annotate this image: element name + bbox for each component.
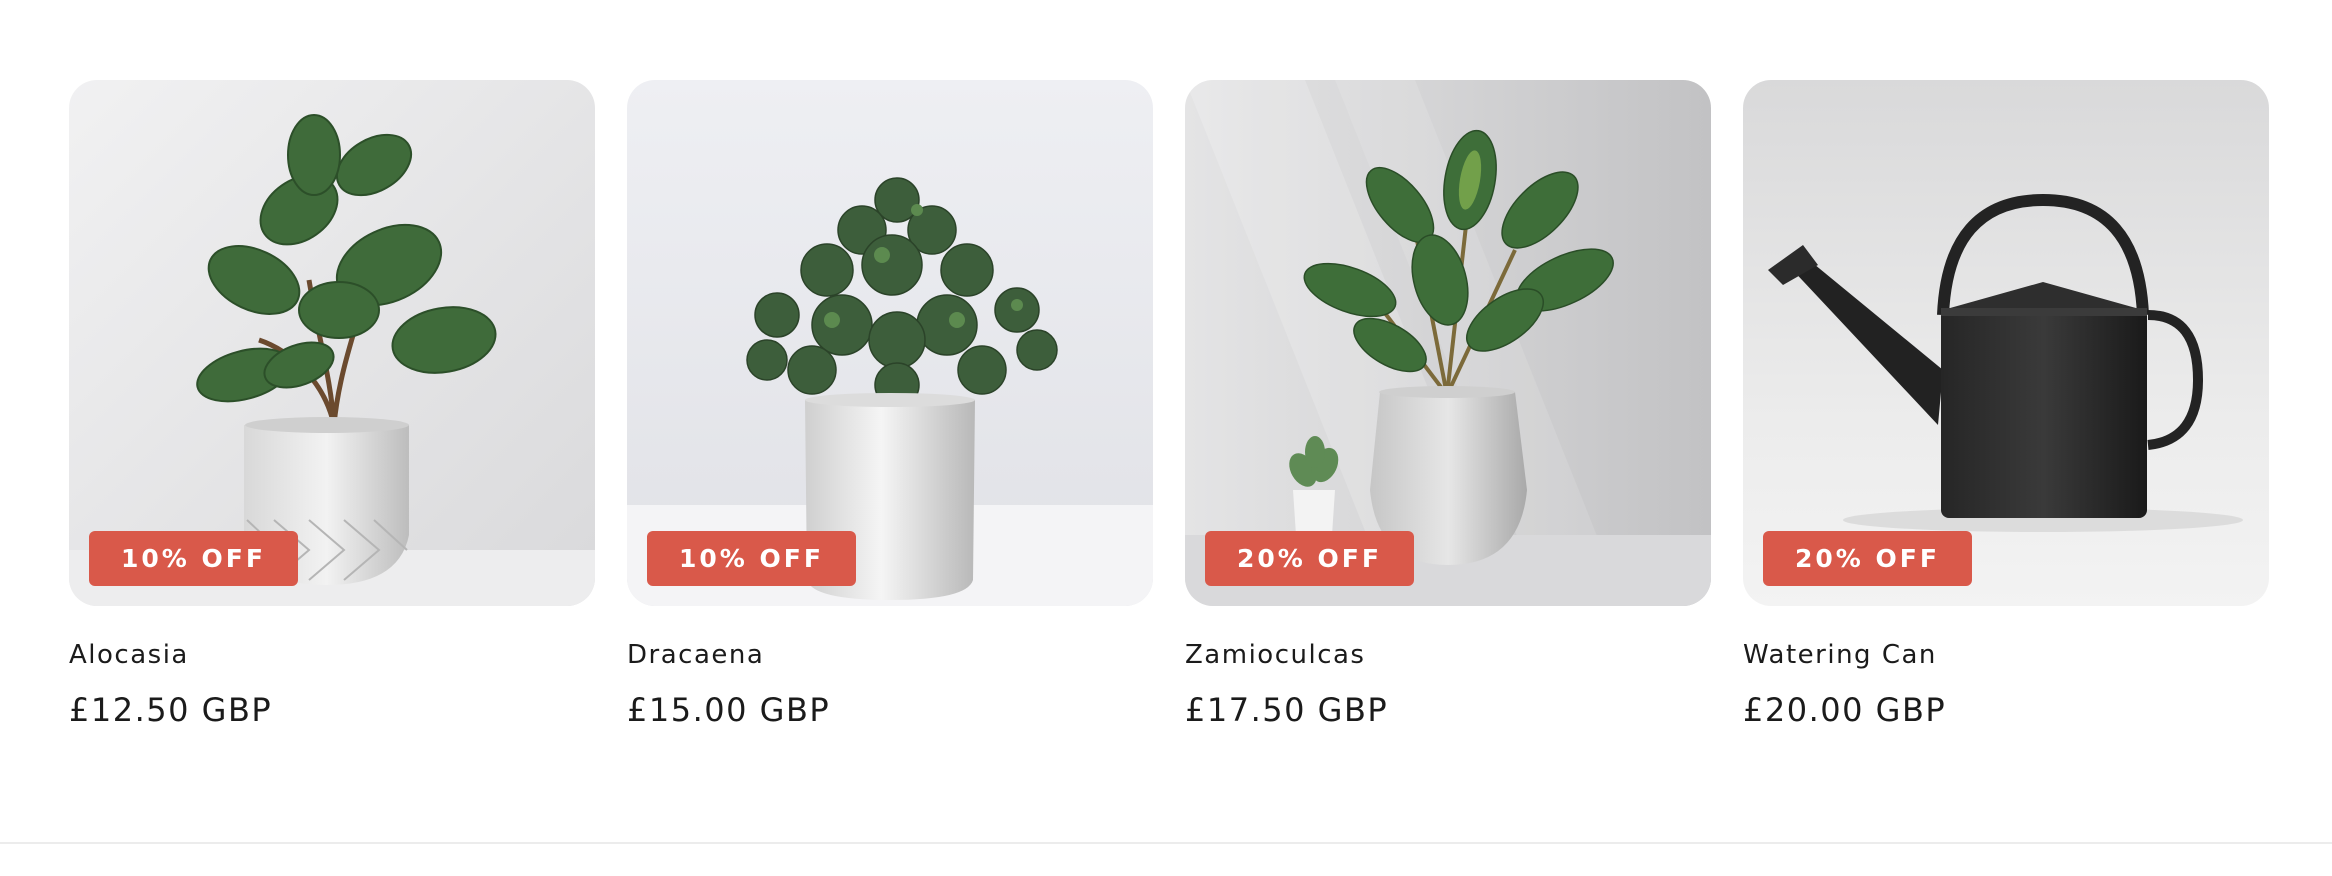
product-media[interactable]: 20% OFF — [1743, 80, 2269, 606]
discount-badge: 10% OFF — [647, 531, 856, 586]
product-title[interactable]: Dracaena — [627, 642, 1153, 668]
plant-in-tall-pot-image — [1185, 80, 1711, 606]
product-card[interactable]: 20% OFF Zamioculcas £17.50 GBP — [1185, 80, 1711, 726]
product-media[interactable]: 10% OFF — [627, 80, 1153, 606]
plant-in-pot-image — [69, 80, 595, 606]
watering-can-image — [1743, 80, 2269, 606]
product-title[interactable]: Watering Can — [1743, 642, 2269, 668]
section-divider — [0, 842, 2332, 844]
product-card[interactable]: 10% OFF Dracaena £15.00 GBP — [627, 80, 1153, 726]
product-price: £20.00 GBP — [1743, 691, 1947, 729]
product-media[interactable]: 10% OFF — [69, 80, 595, 606]
product-media[interactable]: 20% OFF — [1185, 80, 1711, 606]
succulent-in-pot-image — [627, 80, 1153, 606]
product-card[interactable]: 20% OFF Watering Can £20.00 GBP — [1743, 80, 2269, 726]
product-card[interactable]: 10% OFF Alocasia £12.50 GBP — [69, 80, 595, 726]
discount-badge: 20% OFF — [1205, 531, 1414, 586]
discount-badge: 20% OFF — [1763, 531, 1972, 586]
product-price: £17.50 GBP — [1185, 691, 1389, 729]
product-price: £12.50 GBP — [69, 691, 273, 729]
product-title[interactable]: Alocasia — [69, 642, 595, 668]
product-price: £15.00 GBP — [627, 691, 831, 729]
product-grid: 10% OFF Alocasia £12.50 GBP 10% OFF Drac… — [69, 80, 2269, 726]
discount-badge: 10% OFF — [89, 531, 298, 586]
product-title[interactable]: Zamioculcas — [1185, 642, 1711, 668]
